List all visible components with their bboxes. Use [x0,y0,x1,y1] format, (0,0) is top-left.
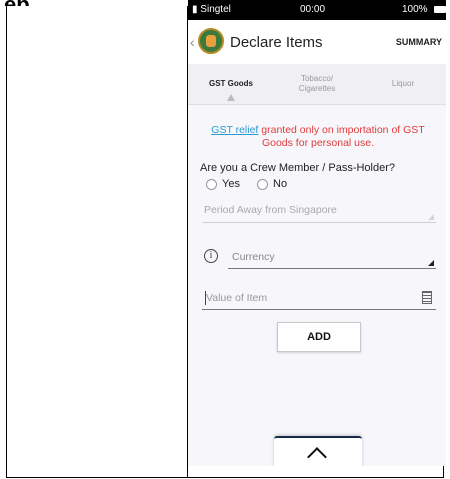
status-bar: ▮ Singtel 00:00 100% [188,0,446,20]
add-button[interactable]: ADD [277,322,361,352]
dropdown-corner-icon [428,214,434,220]
status-time: 00:00 [300,4,326,15]
battery-icon [434,6,446,13]
tab-gst-goods[interactable]: GST Goods [188,64,274,104]
radio-circle-icon[interactable] [257,178,269,190]
carrier-name: Singtel [200,4,231,15]
active-tab-indicator-icon [227,94,235,101]
period-away-placeholder: Period Away from Singapore [204,204,337,216]
customs-logo [198,28,224,54]
notice-text: granted only on importation of GST Goods… [258,124,425,149]
value-of-item-input[interactable]: Value of Item [202,289,436,310]
category-tabs: GST Goods Tobacco/ Cigarettes Liquor [188,64,446,105]
tab-label: Liquor [391,79,415,88]
summary-button[interactable]: SUMMARY [396,37,442,47]
back-chevron-icon[interactable]: ‹ [190,34,195,50]
radio-circle-icon[interactable] [206,178,217,190]
value-of-item-placeholder: Value of Item [206,292,268,304]
info-icon[interactable]: i [204,249,218,263]
tab-label: Tobacco/ Cigarettes [298,74,336,93]
gst-relief-notice: GST relief granted only on importation o… [196,124,440,150]
tab-label: GST Goods [209,79,253,88]
battery-percent: 100% [402,4,428,15]
chevron-up-icon [307,447,327,466]
phone-screen: ▮ Singtel 00:00 100% ‹ Declare Items SUM… [188,0,446,466]
tab-tobacco-cigarettes[interactable]: Tobacco/ Cigarettes [274,64,360,104]
period-away-select[interactable]: Period Away from Singapore [202,202,436,223]
tab-liquor[interactable]: Liquor [360,64,446,104]
status-carrier: ▮ Singtel [192,4,231,15]
radio-label-no: No [273,178,288,190]
dropdown-corner-icon [428,260,434,266]
gst-relief-link[interactable]: GST relief [211,124,258,136]
currency-placeholder: Currency [232,251,275,263]
app-bar: ‹ Declare Items SUMMARY [188,20,446,65]
signal-icon: ▮ [192,4,198,15]
radio-label-yes: Yes [222,178,240,190]
crew-question: Are you a Crew Member / Pass-Holder? [200,162,396,174]
currency-select[interactable]: Currency [228,248,436,269]
radio-yes[interactable]: Yes [206,178,240,190]
crew-radio-group: Yes No [206,178,301,193]
bottom-drawer-handle[interactable] [274,436,362,466]
radio-no[interactable]: No [257,178,287,190]
calculator-icon[interactable] [422,291,432,304]
page-title: Declare Items [230,34,323,51]
